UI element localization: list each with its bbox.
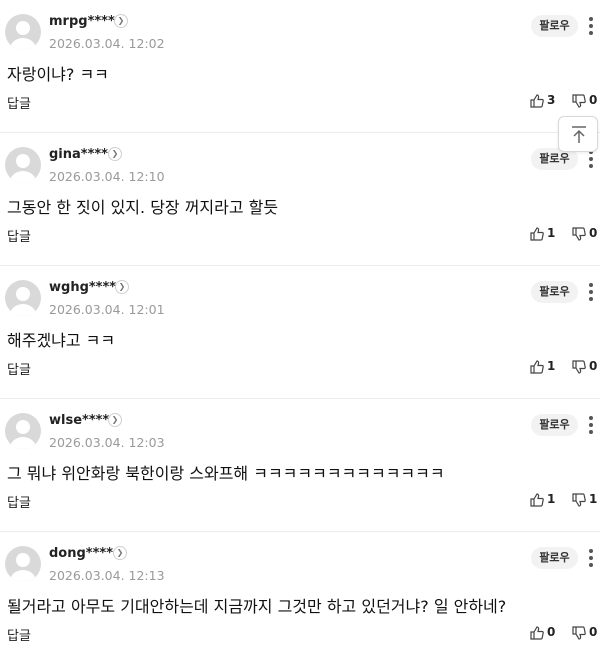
comment-date: 2026.03.04. 12:10: [49, 169, 165, 184]
comment-username[interactable]: mrpg****: [49, 14, 115, 29]
default-user-icon[interactable]: [5, 413, 41, 449]
follow-button[interactable]: 팔로우: [531, 414, 578, 436]
dislike-count: 0: [589, 359, 598, 373]
scroll-to-top-button[interactable]: [558, 116, 598, 152]
thumbs-up-icon: [530, 493, 544, 507]
comment-text: 그동안 한 짓이 있지. 당장 꺼지라고 할듯: [7, 198, 279, 217]
more-vertical-icon[interactable]: [588, 150, 594, 170]
like-count: 1: [547, 359, 556, 373]
thumbs-down-icon: [572, 360, 586, 374]
reply-button[interactable]: 답글: [7, 226, 31, 245]
default-user-icon[interactable]: [5, 280, 41, 316]
comment-text: 될거라고 아무도 기대안하는데 지금까지 그것만 하고 있던거냐? 일 안하네?: [7, 597, 507, 616]
follow-button[interactable]: 팔로우: [531, 15, 578, 37]
comment-text: 해주겠냐고 ㅋㅋ: [7, 331, 116, 350]
reply-button[interactable]: 답글: [7, 625, 31, 644]
like-count: 0: [547, 625, 556, 639]
comment-username[interactable]: wghg****: [49, 280, 116, 295]
arrow-up-to-top-icon: [572, 126, 586, 143]
like-count: 1: [547, 492, 556, 506]
more-vertical-icon[interactable]: [588, 549, 594, 569]
comment-date: 2026.03.04. 12:01: [49, 302, 165, 317]
more-vertical-icon[interactable]: [588, 416, 594, 436]
dislike-count: 0: [589, 226, 598, 240]
more-vertical-icon[interactable]: [588, 17, 594, 37]
comment-username[interactable]: gina****: [49, 147, 108, 162]
follow-button[interactable]: 팔로우: [531, 547, 578, 569]
thumbs-down-icon: [572, 227, 586, 241]
reply-button[interactable]: 답글: [7, 93, 31, 112]
comment-date: 2026.03.04. 12:02: [49, 36, 165, 51]
dislike-count: 0: [589, 93, 598, 107]
thumbs-down-icon: [572, 94, 586, 108]
thumbs-up-icon: [530, 227, 544, 241]
chevron-right-icon[interactable]: ❯: [108, 147, 122, 161]
dislike-count: 1: [589, 492, 598, 506]
comment-item: dong**** ❯ 2026.03.04. 12:13 팔로우 될거라고 아무…: [0, 532, 600, 661]
comment-text: 그 뭐냐 위안화랑 북한이랑 스와프해 ㅋㅋㅋㅋㅋㅋㅋㅋㅋㅋㅋㅋㅋ: [7, 464, 445, 483]
comment-item: wlse**** ❯ 2026.03.04. 12:03 팔로우 그 뭐냐 위안…: [0, 399, 600, 532]
dislike-count: 0: [589, 625, 598, 639]
comment-item: gina**** ❯ 2026.03.04. 12:10 팔로우 그동안 한 짓…: [0, 133, 600, 266]
comment-username[interactable]: wlse****: [49, 413, 109, 428]
reply-button[interactable]: 답글: [7, 359, 31, 378]
comment-item: mrpg**** ❯ 2026.03.04. 12:02 팔로우 자랑이냐? ㅋ…: [0, 0, 600, 133]
like-count: 1: [547, 226, 556, 240]
more-vertical-icon[interactable]: [588, 283, 594, 303]
default-user-icon[interactable]: [5, 14, 41, 50]
comment-date: 2026.03.04. 12:13: [49, 568, 165, 583]
like-count: 3: [547, 93, 556, 107]
comment-date: 2026.03.04. 12:03: [49, 435, 165, 450]
comment-username[interactable]: dong****: [49, 546, 113, 561]
thumbs-up-icon: [530, 94, 544, 108]
follow-button[interactable]: 팔로우: [531, 281, 578, 303]
thumbs-down-icon: [572, 626, 586, 640]
thumbs-up-icon: [530, 360, 544, 374]
comment-text: 자랑이냐? ㅋㅋ: [7, 65, 109, 84]
thumbs-up-icon: [530, 626, 544, 640]
chevron-right-icon[interactable]: ❯: [113, 546, 127, 560]
chevron-right-icon[interactable]: ❯: [114, 14, 128, 28]
thumbs-down-icon: [572, 493, 586, 507]
default-user-icon[interactable]: [5, 546, 41, 582]
chevron-right-icon[interactable]: ❯: [115, 280, 129, 294]
chevron-right-icon[interactable]: ❯: [108, 413, 122, 427]
default-user-icon[interactable]: [5, 147, 41, 183]
reply-button[interactable]: 답글: [7, 492, 31, 511]
comment-item: wghg**** ❯ 2026.03.04. 12:01 팔로우 해주겠냐고 ㅋ…: [0, 266, 600, 399]
